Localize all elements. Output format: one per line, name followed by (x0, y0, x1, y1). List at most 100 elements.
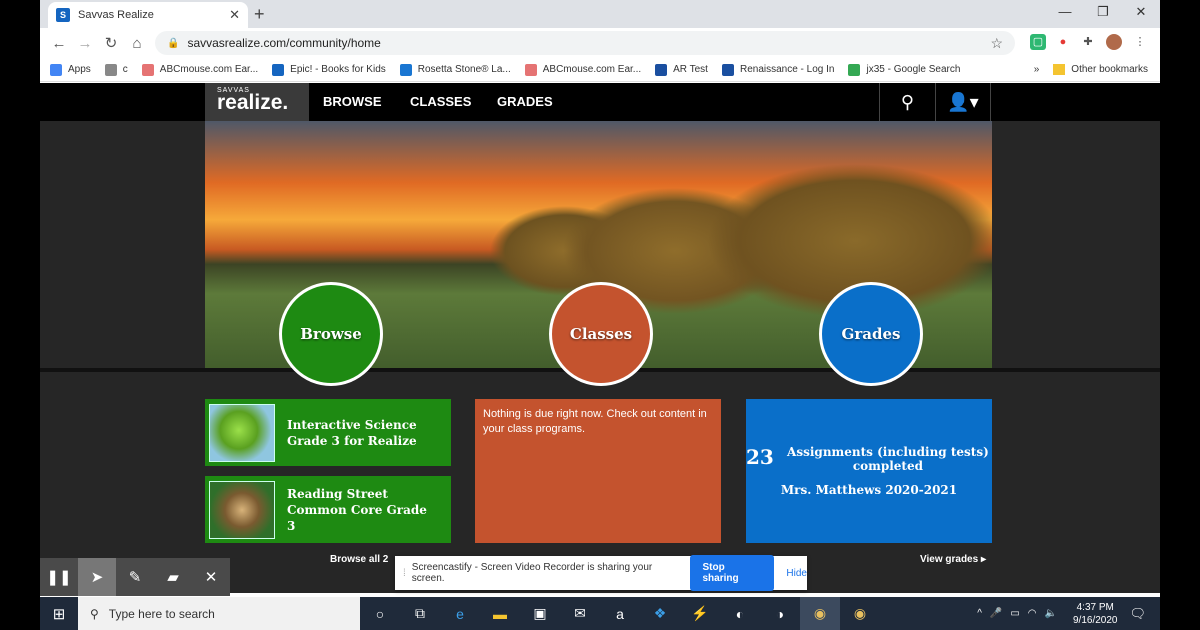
store-icon[interactable]: ▣ (520, 597, 560, 630)
renaissance-icon (655, 63, 668, 76)
forward-icon[interactable]: → (72, 35, 98, 52)
assignments-label: Assignments (including tests) completed (787, 445, 989, 473)
bookmark-star-icon[interactable]: ☆ (990, 35, 1003, 52)
grades-summary-card[interactable]: 23 Assignments (including tests) complet… (746, 399, 992, 543)
view-grades-link[interactable]: View grades ▸ (920, 554, 986, 565)
url-text: savvasrealize.com/community/home (187, 36, 381, 50)
folder-icon (1053, 64, 1066, 75)
chrome-profile-icon[interactable]: ◉ (800, 597, 840, 630)
extension-icon[interactable]: ▢ (1030, 34, 1046, 50)
app-bolt-icon[interactable]: ⚡ (680, 597, 720, 630)
new-tab-icon[interactable]: + (254, 4, 265, 25)
other-bookmarks[interactable]: Other bookmarks (1071, 64, 1148, 75)
taskbar-search-input[interactable]: ⚲ Type here to search (78, 597, 360, 630)
minimize-icon[interactable]: — (1046, 0, 1084, 26)
drag-handle-icon[interactable]: ⁞ (403, 568, 406, 579)
abcmouse-icon (141, 63, 154, 76)
close-tab-icon[interactable]: ✕ (229, 7, 240, 23)
bookmarks-overflow-icon[interactable]: » (1034, 64, 1040, 75)
task-view-icon[interactable]: ⧉ (400, 597, 440, 630)
mail-icon[interactable]: ✉ (560, 597, 600, 630)
browser-window: S Savvas Realize ✕ + — ❐ ✕ ← → ↻ ⌂ 🔒 sav… (40, 0, 1160, 630)
clock-time: 4:37 PM (1076, 601, 1114, 613)
extensions-puzzle-icon[interactable]: ✚ (1080, 34, 1096, 50)
close-window-icon[interactable]: ✕ (1122, 0, 1160, 26)
eraser-icon[interactable]: ▰ (154, 558, 192, 596)
top-navbar: SAVVAS realize. BROWSE CLASSES GRADES ⚲ … (40, 83, 1160, 121)
pen-icon[interactable]: ✎ (116, 558, 154, 596)
bookmark-google-search[interactable]: jx35 - Google Search (848, 63, 960, 76)
bookmark-c[interactable]: c (104, 63, 128, 76)
wifi-icon[interactable]: ◠ (1028, 608, 1037, 619)
back-icon[interactable]: ← (46, 35, 72, 52)
screencastify-extension-icon[interactable]: ● (1055, 34, 1071, 50)
character-thumbnail-image (209, 480, 275, 539)
bookmark-ar-test[interactable]: AR Test (655, 63, 708, 76)
nav-grades[interactable]: GRADES (497, 94, 553, 109)
file-explorer-icon[interactable]: ▬ (480, 597, 520, 630)
rosetta-stone-icon (399, 63, 412, 76)
address-bar[interactable]: 🔒 savvasrealize.com/community/home ☆ (155, 31, 1015, 55)
stop-sharing-button[interactable]: Stop sharing (690, 555, 775, 591)
bookmarks-bar: Apps c ABCmouse.com Ear... Epic! - Books… (40, 58, 1160, 82)
search-icon[interactable]: ⚲ (879, 83, 935, 121)
sharing-message: Screencastify - Screen Video Recorder is… (411, 562, 653, 584)
menu-dots-icon[interactable]: ⋮ (1132, 34, 1148, 50)
class-name: Mrs. Matthews 2020-2021 (780, 483, 958, 497)
classes-circle-button[interactable]: Classes (549, 282, 653, 386)
search-icon: ⚲ (90, 606, 99, 621)
browse-all-link[interactable]: Browse all 2 (330, 554, 388, 565)
classes-status-card[interactable]: Nothing is due right now. Check out cont… (475, 399, 721, 543)
edge-icon[interactable]: e (440, 597, 480, 630)
realize-logo[interactable]: SAVVAS realize. (205, 83, 309, 121)
browse-circle-button[interactable]: Browse (279, 282, 383, 386)
paint-icon[interactable]: ◐ (720, 597, 760, 630)
pause-icon[interactable]: ❚❚ (40, 558, 78, 596)
bookmark-renaissance[interactable]: Renaissance - Log In (721, 63, 834, 76)
bookmark-epic[interactable]: Epic! - Books for Kids (272, 63, 386, 76)
paint-3d-icon[interactable]: ◑ (760, 597, 800, 630)
savvas-favicon-icon: S (56, 8, 70, 22)
windows-taskbar: ⊞ ⚲ Type here to search ○ ⧉ e ▬ ▣ ✉ a ❖ … (40, 597, 1160, 630)
hide-button[interactable]: Hide (786, 568, 807, 579)
notifications-icon[interactable]: 🗨 (1129, 606, 1146, 622)
windows-start-icon[interactable]: ⊞ (40, 605, 78, 623)
cursor-icon[interactable]: ➤ (78, 558, 116, 596)
chrome-icon[interactable]: ◉ (840, 597, 880, 630)
clock-date: 9/16/2020 (1072, 614, 1118, 626)
bookmark-apps[interactable]: Apps (50, 63, 91, 76)
bookmark-rosetta[interactable]: Rosetta Stone® La... (399, 63, 511, 76)
tray-chevron-icon[interactable]: ^ (977, 608, 982, 619)
renaissance-icon (721, 63, 734, 76)
nav-browse[interactable]: BROWSE (323, 94, 382, 109)
bookmark-abcmouse-2[interactable]: ABCmouse.com Ear... (524, 63, 641, 76)
google-icon (848, 63, 861, 76)
cortana-icon[interactable]: ○ (360, 597, 400, 630)
dropbox-icon[interactable]: ❖ (640, 597, 680, 630)
grades-circle-button[interactable]: Grades (819, 282, 923, 386)
assignments-count: 23 (746, 445, 774, 469)
restore-icon[interactable]: ❐ (1084, 0, 1122, 26)
snake-thumbnail-image (209, 403, 275, 462)
microphone-icon[interactable]: 🎤 (990, 608, 1002, 619)
battery-icon[interactable]: ▭ (1010, 608, 1019, 619)
apps-grid-icon (50, 63, 62, 76)
volume-icon[interactable]: 🔈 (1045, 608, 1057, 619)
clock[interactable]: 4:37 PM 9/16/2020 (1073, 601, 1118, 627)
profile-avatar[interactable] (1106, 34, 1122, 50)
user-menu-icon[interactable]: 👤▾ (935, 83, 991, 121)
tab-savvas-realize[interactable]: S Savvas Realize ✕ (48, 2, 248, 28)
program-card-science[interactable]: Interactive Science Grade 3 for Realize (205, 399, 451, 466)
program-card-reading[interactable]: Reading Street Common Core Grade 3 (205, 476, 451, 543)
nav-classes[interactable]: CLASSES (410, 94, 471, 109)
bookmark-abcmouse[interactable]: ABCmouse.com Ear... (141, 63, 258, 76)
home-icon[interactable]: ⌂ (124, 35, 150, 52)
classes-message: Nothing is due right now. Check out cont… (483, 408, 707, 435)
amazon-icon[interactable]: a (600, 597, 640, 630)
window-controls: — ❐ ✕ (1046, 0, 1160, 26)
epic-icon (272, 63, 285, 76)
close-toolbar-icon[interactable]: ✕ (192, 558, 230, 596)
reload-icon[interactable]: ↻ (98, 34, 124, 52)
system-tray: ^ 🎤 ▭ ◠ 🔈 4:37 PM 9/16/2020 🗨 (977, 597, 1160, 630)
browser-toolbar: ← → ↻ ⌂ 🔒 savvasrealize.com/community/ho… (40, 28, 1160, 58)
